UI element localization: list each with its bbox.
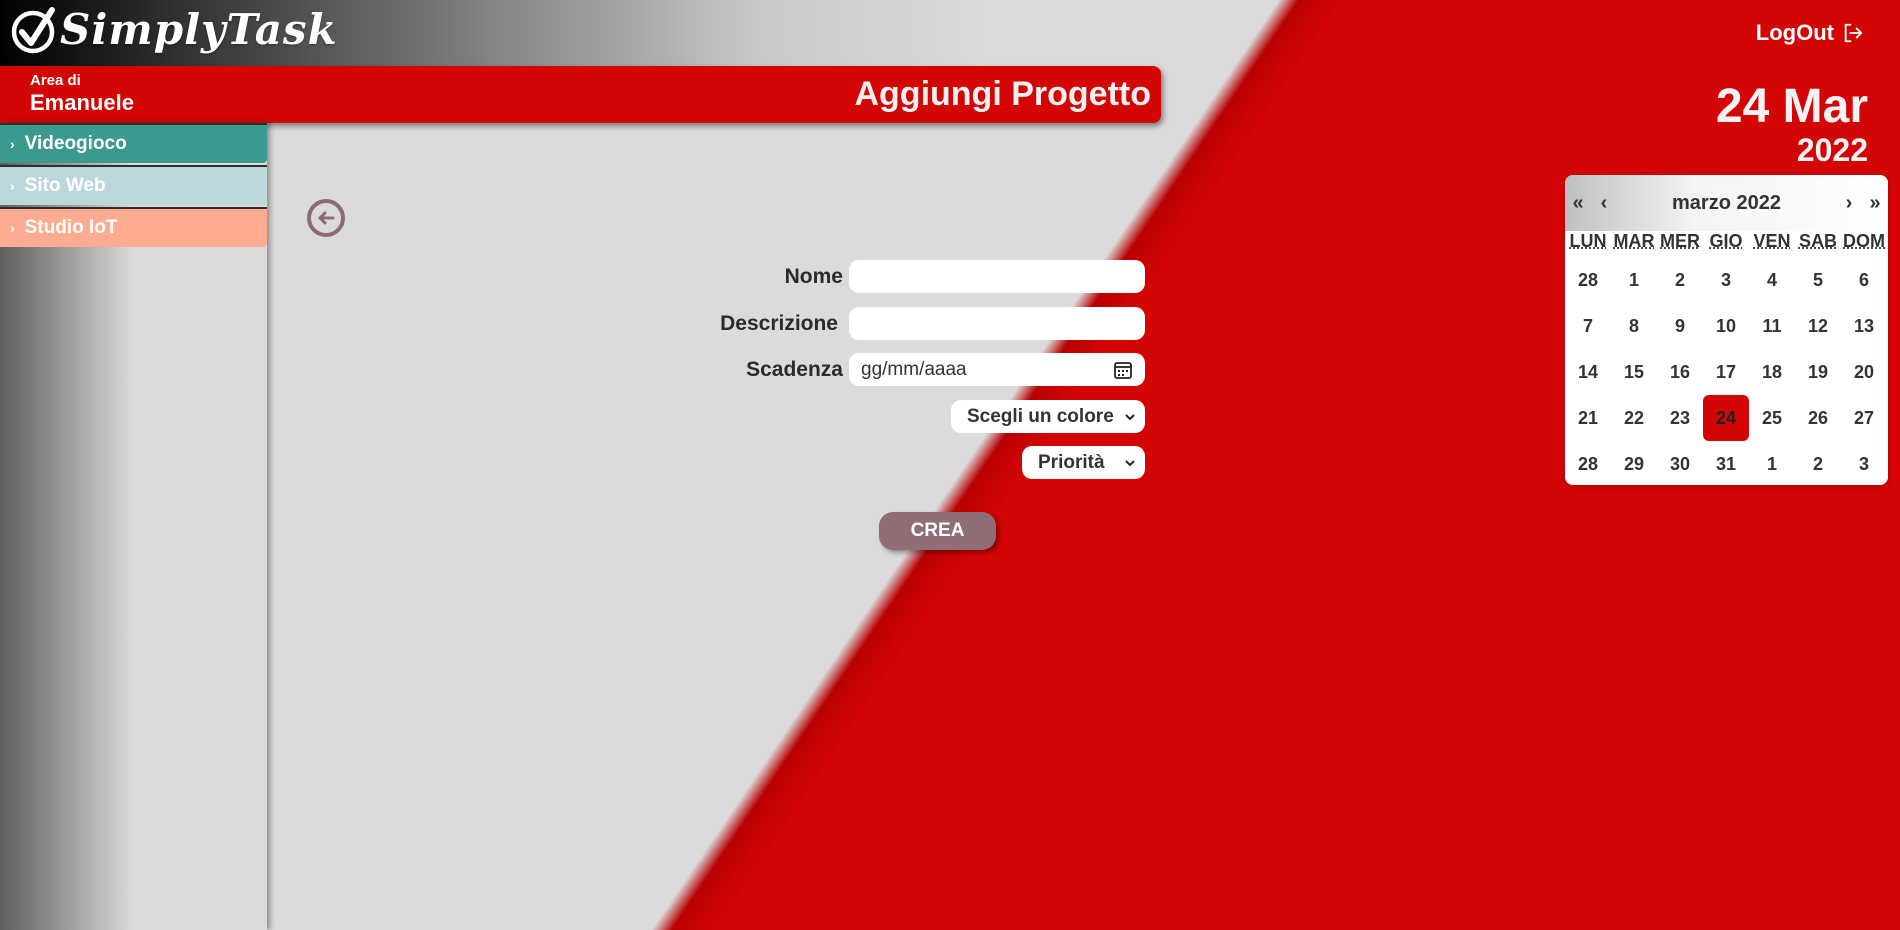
top-bar: SimplyTask LogOut [0, 0, 1900, 66]
weekday-label: VEN [1753, 231, 1791, 251]
calendar-day[interactable]: 21 [1565, 395, 1611, 441]
calendar-day[interactable]: 19 [1795, 349, 1841, 395]
deadline-label: Scadenza [746, 358, 843, 381]
calendar-day[interactable]: 13 [1841, 303, 1887, 349]
calendar-icon[interactable] [1113, 360, 1133, 380]
calendar-day[interactable]: 22 [1611, 395, 1657, 441]
chevron-right-icon: › [10, 178, 15, 194]
calendar-month-label[interactable]: marzo 2022 [1617, 192, 1836, 215]
calendar-day-today[interactable]: 24 [1703, 395, 1749, 441]
logout-label: LogOut [1755, 20, 1834, 45]
next-year-button[interactable]: » [1862, 192, 1888, 215]
sidebar-item-videogioco[interactable]: › Videogioco [0, 123, 267, 163]
create-button[interactable]: CREA [879, 512, 996, 550]
name-input[interactable] [849, 260, 1145, 293]
calendar-day[interactable]: 29 [1611, 441, 1657, 485]
calendar-day[interactable]: 6 [1841, 257, 1887, 303]
calendar-day[interactable]: 12 [1795, 303, 1841, 349]
weekday-label: MER [1660, 231, 1700, 251]
weekday-label: LUN [1569, 231, 1607, 251]
calendar-day[interactable]: 3 [1703, 257, 1749, 303]
chevron-right-icon: › [10, 220, 15, 236]
color-select[interactable]: Scegli un colore [951, 400, 1145, 433]
calendar-day[interactable]: 28 [1565, 257, 1611, 303]
weekday-label: SAB [1798, 231, 1837, 251]
sidebar-item-label: Studio IoT [24, 217, 118, 238]
calendar-day[interactable]: 3 [1841, 441, 1887, 485]
area-label: Area di [30, 72, 81, 89]
check-circle-icon [11, 7, 55, 54]
calendar-day[interactable]: 10 [1703, 303, 1749, 349]
calendar-nav: « ‹ marzo 2022 › » [1565, 175, 1888, 231]
next-month-button[interactable]: › [1836, 192, 1862, 215]
calendar-day[interactable]: 23 [1657, 395, 1703, 441]
calendar-day[interactable]: 20 [1841, 349, 1887, 395]
weekday-label: GIO [1709, 231, 1743, 251]
calendar-day[interactable]: 14 [1565, 349, 1611, 395]
sidebar-item-studio-iot[interactable]: › Studio IoT [0, 207, 267, 247]
calendar-day[interactable]: 8 [1611, 303, 1657, 349]
project-sidebar: › Videogioco › Sito Web › Studio IoT [0, 123, 267, 930]
weekday-label: MAR [1613, 231, 1655, 251]
description-label: Descrizione [720, 312, 838, 335]
color-select-value: Scegli un colore [967, 405, 1114, 427]
calendar-days: 28 1 2 3 4 5 6 7 8 9 10 11 12 13 14 15 16 17 18 19 20 21 22 23 2… [1565, 257, 1888, 485]
chevron-down-icon [1125, 459, 1135, 466]
date-day: 24 Mar [1715, 80, 1868, 133]
app-logo[interactable]: SimplyTask [10, 4, 338, 54]
name-label: Nome [784, 265, 843, 288]
description-input[interactable] [849, 307, 1145, 340]
page-header: Area di Emanuele Aggiungi Progetto [0, 66, 1161, 123]
calendar-day[interactable]: 1 [1749, 441, 1795, 485]
chevron-down-icon [1125, 413, 1135, 420]
calendar-day[interactable]: 31 [1703, 441, 1749, 485]
prev-year-button[interactable]: « [1565, 192, 1591, 215]
current-date: 24 Mar 2022 [1715, 80, 1868, 169]
logout-button[interactable]: LogOut [1756, 20, 1864, 46]
logout-icon [1844, 23, 1863, 43]
calendar-day[interactable]: 16 [1657, 349, 1703, 395]
weekday-label: DOM [1843, 231, 1885, 251]
chevron-right-icon: › [10, 136, 15, 152]
deadline-date-input[interactable]: gg/mm/aaaa [849, 353, 1145, 386]
calendar-day[interactable]: 26 [1795, 395, 1841, 441]
user-name: Emanuele [30, 90, 134, 115]
calendar-day[interactable]: 18 [1749, 349, 1795, 395]
sidebar-item-label: Videogioco [24, 133, 127, 154]
sidebar-item-label: Sito Web [24, 175, 106, 196]
calendar-day[interactable]: 2 [1657, 257, 1703, 303]
calendar-day[interactable]: 2 [1795, 441, 1841, 485]
calendar-day[interactable]: 17 [1703, 349, 1749, 395]
page-title: Aggiungi Progetto [854, 75, 1151, 113]
calendar-day[interactable]: 25 [1749, 395, 1795, 441]
calendar-day[interactable]: 28 [1565, 441, 1611, 485]
date-year: 2022 [1796, 132, 1868, 168]
priority-select-value: Priorità [1038, 451, 1105, 473]
sidebar-item-sito-web[interactable]: › Sito Web [0, 165, 267, 205]
back-button[interactable] [307, 199, 345, 237]
prev-month-button[interactable]: ‹ [1591, 192, 1617, 215]
calendar-day[interactable]: 30 [1657, 441, 1703, 485]
calendar-widget: « ‹ marzo 2022 › » LUN MAR MER GIO VEN SAB DOM… [1565, 175, 1888, 485]
calendar-weekdays: LUN MAR MER GIO VEN SAB DOM [1565, 231, 1888, 257]
calendar-day[interactable]: 1 [1611, 257, 1657, 303]
calendar-day[interactable]: 9 [1657, 303, 1703, 349]
priority-select[interactable]: Priorità [1022, 446, 1145, 479]
calendar-day[interactable]: 5 [1795, 257, 1841, 303]
calendar-day[interactable]: 15 [1611, 349, 1657, 395]
calendar-day[interactable]: 4 [1749, 257, 1795, 303]
calendar-day[interactable]: 11 [1749, 303, 1795, 349]
calendar-day[interactable]: 7 [1565, 303, 1611, 349]
deadline-placeholder: gg/mm/aaaa [861, 358, 967, 380]
app-name: SimplyTask [60, 4, 338, 54]
arrow-left-icon [318, 211, 335, 225]
calendar-day[interactable]: 27 [1841, 395, 1887, 441]
